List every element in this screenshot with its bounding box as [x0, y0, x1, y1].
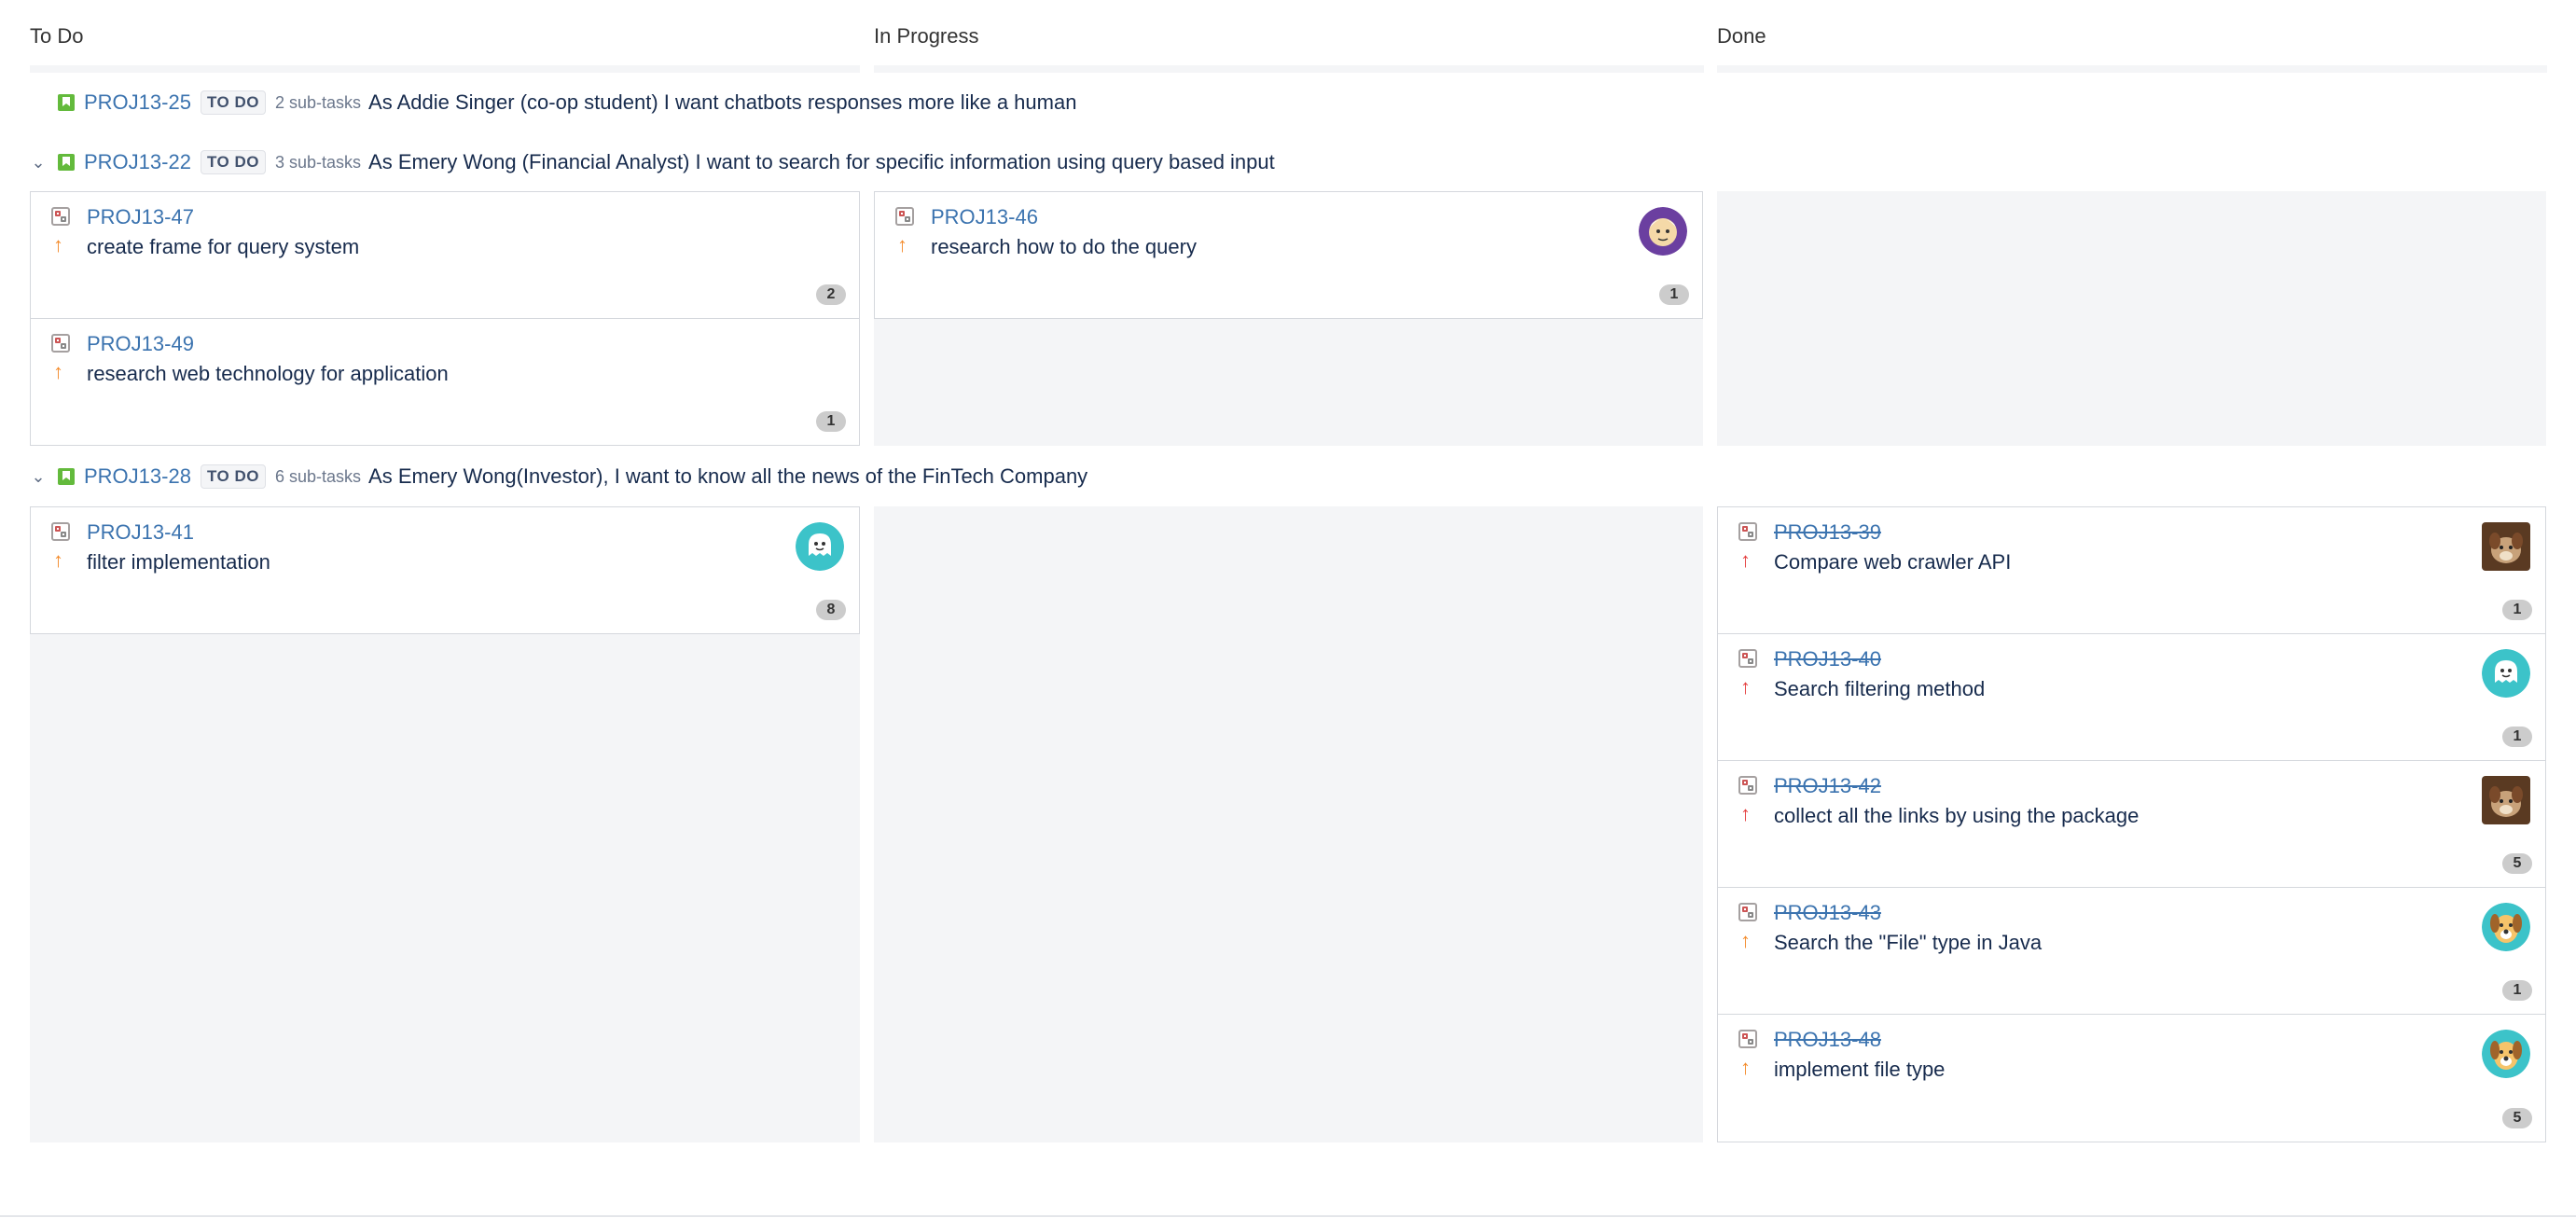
- issue-key-link[interactable]: PROJ13-40: [1774, 647, 1881, 671]
- swimlane-header[interactable]: ⌄ PROJ13-22 TO DO 3 sub-tasks As Emery W…: [30, 144, 1275, 181]
- count-badge: 1: [2502, 727, 2532, 747]
- subtask-icon: [1738, 649, 1757, 668]
- issue-card[interactable]: PROJ13-46 ↑ research how to do the query…: [874, 191, 1703, 319]
- subtask-icon: [51, 334, 70, 353]
- issue-summary: Search filtering method: [1774, 677, 1986, 700]
- count-badge: 1: [2502, 980, 2532, 1001]
- story-key-link[interactable]: PROJ13-22: [84, 150, 191, 174]
- subtask-count: 6 sub-tasks: [274, 466, 362, 486]
- status-badge: TO DO: [200, 90, 266, 115]
- column-title: Done: [1717, 24, 1766, 48]
- board-bottom-divider: [0, 1215, 2576, 1217]
- issue-key-link[interactable]: PROJ13-48: [1774, 1028, 1881, 1052]
- arrow-up-icon: ↑: [1740, 675, 1751, 699]
- issue-card[interactable]: PROJ13-48 ↑ implement file type 5: [1717, 1014, 2546, 1142]
- dog-cartoon-avatar[interactable]: [2482, 1030, 2530, 1078]
- ghost-avatar[interactable]: [2482, 649, 2530, 698]
- issue-card[interactable]: PROJ13-49 ↑ research web technology for …: [30, 318, 860, 446]
- column-in-progress-area: [874, 506, 1703, 1142]
- subtask-icon: [1738, 903, 1757, 921]
- count-badge: 5: [2502, 1108, 2532, 1128]
- column-divider: [874, 65, 1704, 73]
- story-icon: [58, 154, 75, 171]
- count-badge: 8: [816, 600, 846, 620]
- count-badge: 5: [2502, 853, 2532, 874]
- story-icon: [58, 94, 75, 111]
- issue-card[interactable]: PROJ13-43 ↑ Search the "File" type in Ja…: [1717, 887, 2546, 1015]
- issue-card[interactable]: PROJ13-42 ↑ collect all the links by usi…: [1717, 760, 2546, 888]
- issue-key-link[interactable]: PROJ13-39: [1774, 520, 1881, 545]
- subtask-icon: [895, 207, 914, 226]
- issue-card[interactable]: PROJ13-47 ↑ create frame for query syste…: [30, 191, 860, 319]
- subtask-icon: [1738, 522, 1757, 541]
- issue-summary: collect all the links by using the packa…: [1774, 804, 2140, 827]
- swimlane-header[interactable]: ⌄ PROJ13-28 TO DO 6 sub-tasks As Emery W…: [30, 458, 1087, 495]
- status-badge: TO DO: [200, 464, 266, 489]
- arrow-up-icon: ↑: [53, 233, 63, 256]
- story-summary: As Addie Singer (co-op student) I want c…: [368, 90, 1077, 114]
- old-man-avatar[interactable]: [1639, 207, 1687, 256]
- issue-key-link[interactable]: PROJ13-49: [87, 332, 194, 356]
- issue-summary: create frame for query system: [87, 235, 360, 258]
- issue-key-link[interactable]: PROJ13-43: [1774, 901, 1881, 925]
- dog-cartoon-avatar[interactable]: [2482, 903, 2530, 951]
- issue-key-link[interactable]: PROJ13-47: [87, 205, 194, 229]
- chevron-down-icon[interactable]: ⌄: [30, 467, 47, 487]
- chevron-down-icon[interactable]: ⌄: [30, 153, 47, 173]
- arrow-up-icon: ↑: [1740, 802, 1751, 825]
- subtask-icon: [1738, 1030, 1757, 1048]
- dog-photo-avatar[interactable]: [2482, 776, 2530, 824]
- story-icon: [58, 468, 75, 485]
- ghost-avatar[interactable]: [796, 522, 844, 571]
- arrow-up-icon: ↑: [1740, 929, 1751, 952]
- story-summary: As Emery Wong (Financial Analyst) I want…: [368, 150, 1275, 173]
- issue-summary: filter implementation: [87, 550, 270, 574]
- issue-key-link[interactable]: PROJ13-42: [1774, 774, 1881, 798]
- status-badge: TO DO: [200, 150, 266, 174]
- column-header-todo: To Do: [30, 0, 860, 75]
- arrow-up-icon: ↑: [1740, 1056, 1751, 1079]
- count-badge: 1: [2502, 600, 2532, 620]
- subtask-count: 3 sub-tasks: [274, 152, 362, 172]
- subtask-icon: [51, 207, 70, 226]
- story-key-link[interactable]: PROJ13-28: [84, 464, 191, 489]
- column-header-done: Done: [1717, 0, 2547, 75]
- issue-card[interactable]: PROJ13-41 ↑ filter implementation 8: [30, 506, 860, 634]
- column-title: In Progress: [874, 24, 979, 48]
- count-badge: 2: [816, 284, 846, 305]
- story-key-link[interactable]: PROJ13-25: [84, 90, 191, 115]
- arrow-up-icon: ↑: [897, 233, 907, 256]
- arrow-up-icon: ↑: [53, 360, 63, 383]
- subtask-icon: [1738, 776, 1757, 795]
- issue-summary: Compare web crawler API: [1774, 550, 2012, 574]
- count-badge: 1: [1659, 284, 1689, 305]
- subtask-count: 2 sub-tasks: [274, 92, 362, 112]
- issue-key-link[interactable]: PROJ13-46: [931, 205, 1038, 229]
- column-divider: [30, 65, 860, 73]
- column-header-in-progress: In Progress: [874, 0, 1704, 75]
- issue-card[interactable]: PROJ13-39 ↑ Compare web crawler API 1: [1717, 506, 2546, 634]
- issue-summary: Search the "File" type in Java: [1774, 931, 2043, 954]
- arrow-up-icon: ↑: [1740, 548, 1751, 572]
- story-summary: As Emery Wong(Investor), I want to know …: [368, 464, 1088, 488]
- column-title: To Do: [30, 24, 84, 48]
- dog-photo-avatar[interactable]: [2482, 522, 2530, 571]
- issue-key-link[interactable]: PROJ13-41: [87, 520, 194, 545]
- issue-summary: research how to do the query: [931, 235, 1197, 258]
- issue-card[interactable]: PROJ13-40 ↑ Search filtering method 1: [1717, 633, 2546, 761]
- arrow-up-icon: ↑: [53, 548, 63, 572]
- issue-summary: implement file type: [1774, 1058, 1946, 1081]
- column-done-area: [1717, 191, 2546, 446]
- count-badge: 1: [816, 411, 846, 432]
- issue-summary: research web technology for application: [87, 362, 449, 385]
- column-divider: [1717, 65, 2547, 73]
- swimlane-header[interactable]: PROJ13-25 TO DO 2 sub-tasks As Addie Sin…: [30, 84, 1076, 121]
- subtask-icon: [51, 522, 70, 541]
